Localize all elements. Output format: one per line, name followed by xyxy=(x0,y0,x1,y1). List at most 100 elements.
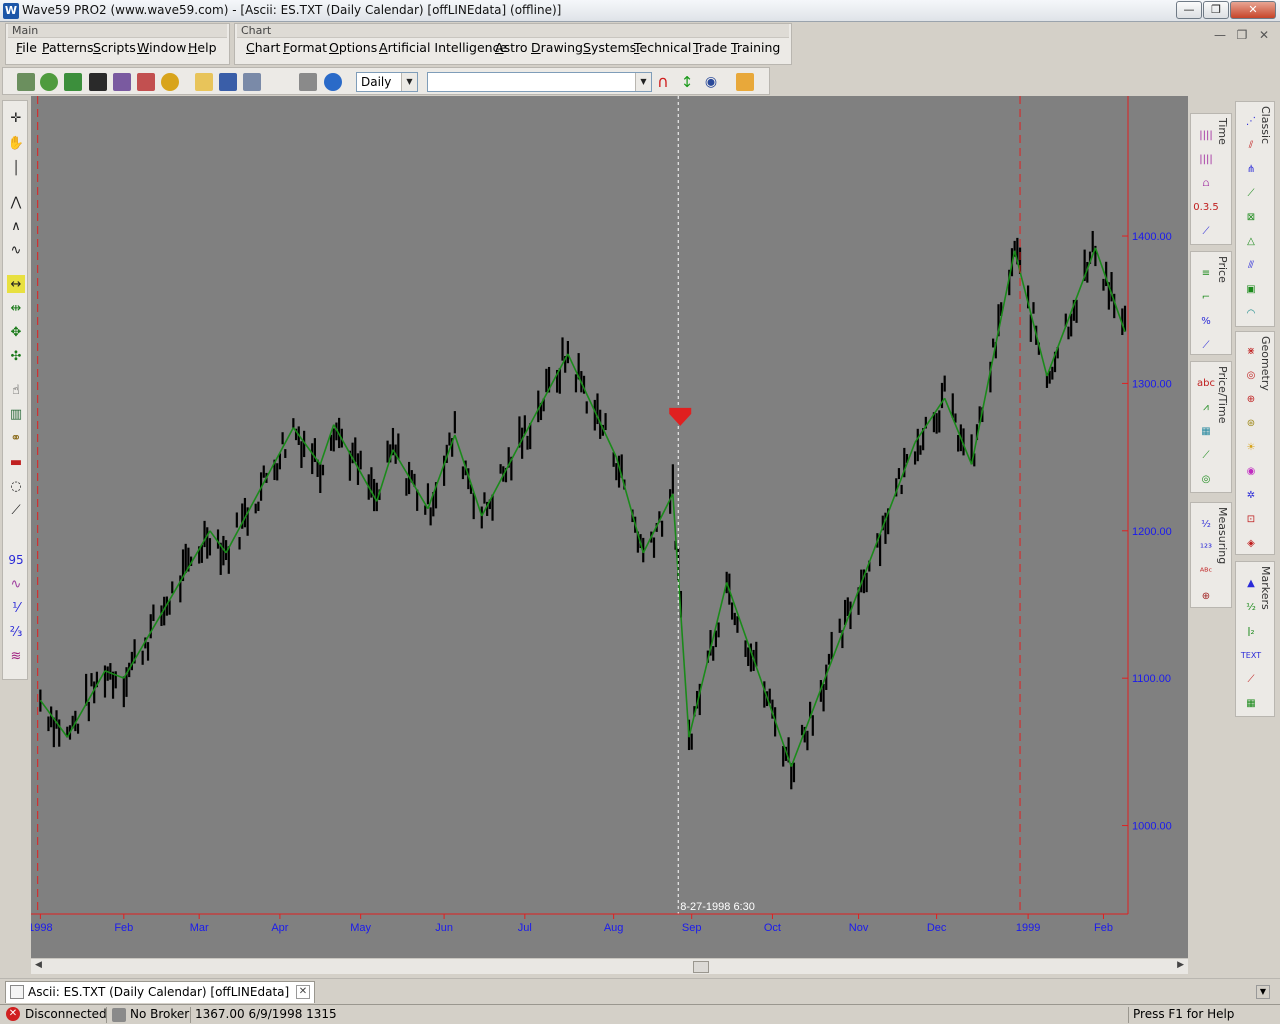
mdi-minimize-button[interactable]: — xyxy=(1212,27,1228,43)
up-arrow-icon[interactable]: ▲ xyxy=(1242,574,1260,592)
measure-123-icon[interactable]: ¹²³ xyxy=(1197,539,1215,557)
minimize-button[interactable]: — xyxy=(1176,1,1202,19)
truck-icon[interactable]: ▬ xyxy=(7,453,25,471)
symbol-select[interactable]: ▼ xyxy=(427,72,652,92)
number-95-icon[interactable]: 95 xyxy=(7,551,25,569)
magnet-icon[interactable]: ∩ xyxy=(654,73,672,91)
print-icon[interactable] xyxy=(299,73,317,91)
bands-icon[interactable]: ≋ xyxy=(7,647,25,665)
triangle-icon[interactable]: △ xyxy=(1242,232,1260,250)
text-abc-icon[interactable]: abc xyxy=(1197,374,1215,392)
price-projection-icon[interactable]: ⟋ xyxy=(1197,336,1215,354)
time-cycles-icon[interactable]: ⩍ xyxy=(1197,174,1215,192)
expand-icon[interactable]: ⇹ xyxy=(7,299,25,317)
vertical-line-icon[interactable]: │ xyxy=(7,159,25,177)
price-steps-icon[interactable]: ⌐ xyxy=(1197,288,1215,306)
circle-icon[interactable]: ◎ xyxy=(1242,366,1260,384)
menu-patterns[interactable]: Patterns xyxy=(42,40,94,55)
tab-chart[interactable]: Ascii: ES.TXT (Daily Calendar) [offLINEd… xyxy=(5,981,315,1019)
chart-type-icon[interactable] xyxy=(137,73,155,91)
horizontal-measure-icon[interactable]: ↔ xyxy=(7,275,25,293)
speed-lines-icon[interactable]: ⟋ xyxy=(1242,184,1260,202)
menu-help[interactable]: Help xyxy=(188,40,217,55)
mdi-close-button[interactable]: ✕ xyxy=(1256,27,1272,43)
spiral-icon[interactable]: ◎ xyxy=(1197,470,1215,488)
star-icon[interactable]: ✲ xyxy=(1242,486,1260,504)
gann-fan-icon[interactable]: ⋰ xyxy=(1242,112,1260,130)
scroll-right-icon[interactable]: ▶ xyxy=(1177,960,1184,970)
up-down-arrows-icon[interactable]: ↕ xyxy=(678,73,696,91)
sun-icon[interactable]: ☀ xyxy=(1242,438,1260,456)
ruler-icon[interactable]: ⟋ xyxy=(7,501,25,519)
marker-12-icon[interactable]: ⅟₂ xyxy=(1242,598,1260,616)
refresh-icon[interactable] xyxy=(64,73,82,91)
menu-artificial-intelligence[interactable]: Artificial Intelligence xyxy=(379,40,507,55)
menu-window[interactable]: Window xyxy=(137,40,186,55)
hand-icon[interactable]: ✋ xyxy=(7,134,25,152)
chevron-down-icon[interactable]: ▼ xyxy=(1256,985,1270,999)
radial-icon[interactable]: ⋇ xyxy=(1242,342,1260,360)
lasso-icon[interactable]: ◌ xyxy=(7,477,25,495)
time-spacing-icon[interactable]: |||| xyxy=(1197,150,1215,168)
price-chart[interactable]: 8-27-1998 6:30 1400.00 1300.00 1200.00 1100.… xyxy=(31,96,1188,958)
scroll-left-icon[interactable]: ◀ xyxy=(35,960,42,970)
mdi-restore-button[interactable]: ❐ xyxy=(1234,27,1250,43)
measure-12-icon[interactable]: ⅟₂ xyxy=(1197,515,1215,533)
menu-systems[interactable]: Systems xyxy=(583,40,636,55)
timeframe-select[interactable]: Daily ▼ xyxy=(356,72,418,92)
new-chart-icon[interactable] xyxy=(17,73,35,91)
menu-file[interactable]: File xyxy=(16,40,37,55)
template-icon[interactable] xyxy=(243,73,261,91)
parallel-lines-icon[interactable]: ⫻ xyxy=(1242,256,1260,274)
monitor-icon[interactable] xyxy=(89,73,107,91)
undo-icon[interactable] xyxy=(324,73,342,91)
wave-two-icon[interactable]: ⅔ xyxy=(7,623,25,641)
link-icon[interactable]: ⚭ xyxy=(7,429,25,447)
andrews-fork-icon[interactable]: ⋔ xyxy=(1242,160,1260,178)
gann-box-icon[interactable]: ⊠ xyxy=(1242,208,1260,226)
channel-icon[interactable]: ⫽ xyxy=(1242,136,1260,154)
trash-icon[interactable]: ▥ xyxy=(7,405,25,423)
close-button[interactable]: ✕ xyxy=(1230,1,1276,19)
alert-icon[interactable] xyxy=(161,73,179,91)
zigzag-icon[interactable]: ∧ xyxy=(7,217,25,235)
square-icon[interactable]: ▣ xyxy=(1242,280,1260,298)
measure-abc-icon[interactable]: ᴬᴮᶜ xyxy=(1197,563,1215,581)
tools-icon[interactable] xyxy=(113,73,131,91)
rectangle-icon[interactable]: ▦ xyxy=(1242,694,1260,712)
curve-icon[interactable]: ∿ xyxy=(7,241,25,259)
pointer-icon[interactable]: ☝ xyxy=(7,381,25,399)
time-projection-icon[interactable]: ⟋ xyxy=(1197,222,1215,240)
menu-astro[interactable]: Astro xyxy=(495,40,528,55)
time-lines-icon[interactable]: |||| xyxy=(1197,126,1215,144)
menu-training[interactable]: Training xyxy=(731,40,780,55)
target-icon[interactable]: ⊕ xyxy=(1197,587,1215,605)
menu-drawing[interactable]: Drawing xyxy=(531,40,583,55)
wave-count-icon[interactable]: ⋀ xyxy=(7,193,25,211)
chevron-down-icon[interactable]: ▼ xyxy=(635,73,651,91)
square-in-circle-icon[interactable]: ⊡ xyxy=(1242,510,1260,528)
diamond-icon[interactable]: ◈ xyxy=(1242,534,1260,552)
spiral-circle-icon[interactable]: ◉ xyxy=(1242,462,1260,480)
circle-cross-icon[interactable]: ⊕ xyxy=(1242,390,1260,408)
menu-options[interactable]: Options xyxy=(329,40,377,55)
arc-icon[interactable]: ◠ xyxy=(1242,304,1260,322)
marker-label-icon[interactable]: ǀ₂ xyxy=(1242,622,1260,640)
open-folder-icon[interactable] xyxy=(195,73,213,91)
image-icon[interactable] xyxy=(736,73,754,91)
fan-icon[interactable]: ⟋ xyxy=(1197,446,1215,464)
menu-technical[interactable]: Technical xyxy=(634,40,691,55)
maximize-button[interactable]: ❐ xyxy=(1203,1,1229,19)
grid-icon[interactable]: ▦ xyxy=(1197,422,1215,440)
line-icon[interactable]: ⟋ xyxy=(1242,670,1260,688)
menu-format[interactable]: Format xyxy=(283,40,327,55)
eye-icon[interactable]: ◉ xyxy=(702,73,720,91)
search-icon[interactable] xyxy=(40,73,58,91)
wheel-icon[interactable]: ⊛ xyxy=(1242,414,1260,432)
wave-icon[interactable]: ⩘ xyxy=(1197,398,1215,416)
menu-scripts[interactable]: Scripts xyxy=(93,40,136,55)
menu-chart[interactable]: Chart xyxy=(246,40,280,55)
text-icon[interactable]: TEXT xyxy=(1241,646,1261,664)
tab-close-icon[interactable]: ✕ xyxy=(296,985,310,999)
wave-one-icon[interactable]: ⅟ xyxy=(7,599,25,617)
